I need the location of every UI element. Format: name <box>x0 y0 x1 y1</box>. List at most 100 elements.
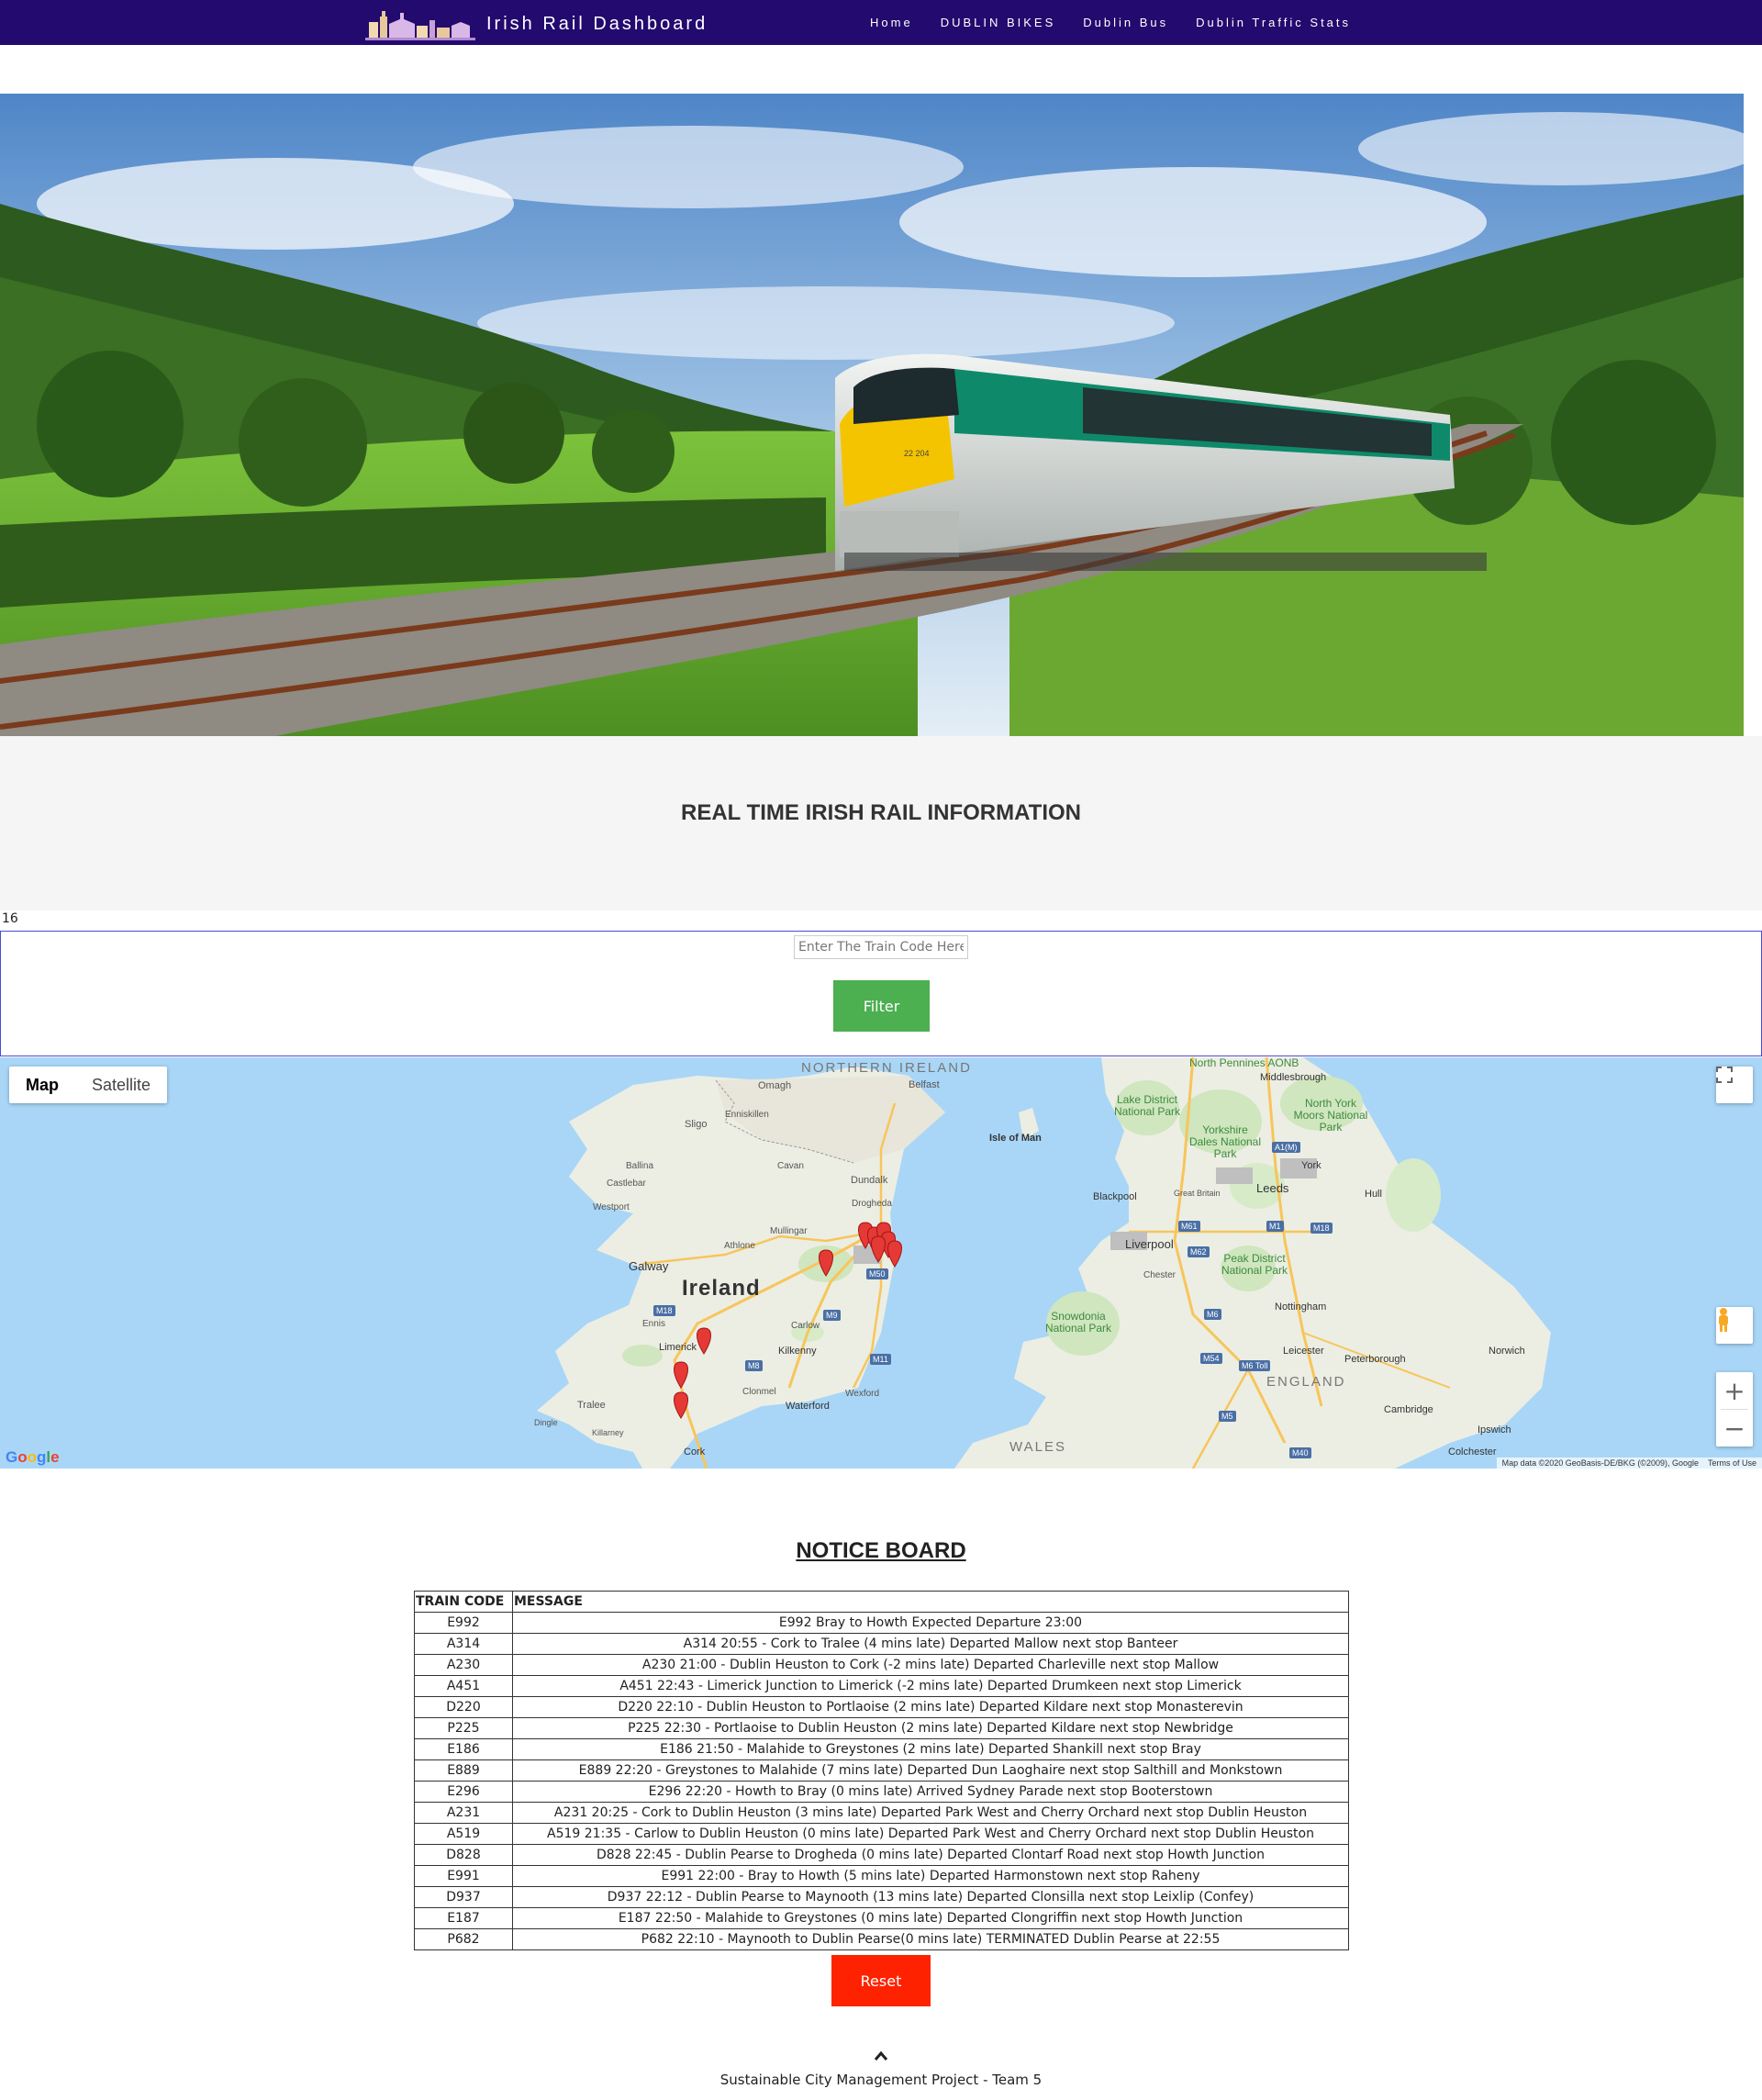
message-cell: P682 22:10 - Maynooth to Dublin Pearse(0… <box>512 1928 1349 1950</box>
nav-dublin-bus[interactable]: Dublin Bus <box>1083 16 1168 29</box>
message-cell: E186 21:50 - Malahide to Greystones (2 m… <box>512 1738 1349 1760</box>
train-code-cell: E186 <box>414 1738 513 1760</box>
map-type-map[interactable]: Map <box>9 1067 75 1103</box>
map-label-england: ENGLAND <box>1266 1374 1346 1390</box>
table-row: D828 D828 22:45 - Dublin Pearse to Droghe… <box>414 1844 1349 1866</box>
message-cell: A230 21:00 - Dublin Heuston to Cork (-2 … <box>512 1654 1349 1676</box>
dublin-skyline-logo <box>365 6 475 42</box>
nav-home[interactable]: Home <box>870 16 913 29</box>
map-city: Enniskillen <box>725 1110 769 1120</box>
nav-dublin-traffic-stats[interactable]: Dublin Traffic Stats <box>1196 16 1351 29</box>
map-city: Galway <box>629 1259 669 1273</box>
table-row: E296 E296 22:20 - Howth to Bray (0 mins l… <box>414 1781 1349 1803</box>
table-row: E186 E186 21:50 - Malahide to Greystones … <box>414 1738 1349 1760</box>
footer-text: Sustainable City Management Project - Te… <box>719 2072 1043 2088</box>
map-park: Peak District National Park <box>1221 1252 1288 1277</box>
message-cell: A314 20:55 - Cork to Tralee (4 mins late… <box>512 1633 1349 1655</box>
map-type-control: Map Satellite <box>9 1067 168 1103</box>
navbar: Irish Rail Dashboard Home DUBLIN BIKES D… <box>0 0 1762 45</box>
table-row: A451 A451 22:43 - Limerick Junction to Li… <box>414 1675 1349 1697</box>
train-number: 22 204 <box>904 449 930 458</box>
road-shield: M6 <box>1204 1309 1221 1320</box>
message-cell: E992 Bray to Howth Expected Departure 23… <box>512 1612 1349 1634</box>
road-shield: M61 <box>1178 1221 1200 1232</box>
map-label-northern-ireland: NORTHERN IRELAND <box>801 1060 972 1076</box>
zoom-in-button[interactable]: + <box>1716 1372 1753 1409</box>
map-label-isle-of-man: Isle of Man <box>989 1133 1042 1144</box>
train-code-cell: E187 <box>414 1907 513 1929</box>
nav-links: Home DUBLIN BIKES Dublin Bus Dublin Traf… <box>870 0 1351 45</box>
map-city: Tralee <box>577 1400 606 1411</box>
scroll-up-icon[interactable] <box>871 2049 891 2063</box>
page-title: REAL TIME IRISH RAIL INFORMATION <box>681 800 1081 825</box>
train-code-cell: A451 <box>414 1675 513 1697</box>
fullscreen-icon[interactable] <box>1716 1067 1753 1103</box>
road-shield: M1 <box>1266 1221 1284 1232</box>
map-city: Peterborough <box>1344 1354 1406 1365</box>
map-city: Ennis <box>642 1319 666 1329</box>
map-tiles <box>0 1057 1762 1469</box>
train-code-cell: A230 <box>414 1654 513 1676</box>
table-row: E889 E889 22:20 - Greystones to Malahide … <box>414 1759 1349 1782</box>
notice-header-row: TRAIN CODE MESSAGE <box>414 1591 1349 1613</box>
road-shield: M54 <box>1200 1353 1222 1364</box>
road-shield: A1(M) <box>1272 1142 1300 1153</box>
road-shield: M8 <box>745 1360 763 1371</box>
map-city: Killarney <box>592 1428 624 1437</box>
map-city: Great Britain <box>1174 1189 1221 1198</box>
google-map[interactable]: NORTHERN IRELAND Ireland ENGLAND WALES I… <box>0 1057 1762 1469</box>
road-shield: M5 <box>1219 1411 1236 1422</box>
map-city: Castlebar <box>607 1178 646 1189</box>
message-cell: D828 22:45 - Dublin Pearse to Drogheda (… <box>512 1844 1349 1866</box>
map-park: Snowdonia National Park <box>1044 1310 1112 1335</box>
map-city: Mullingar <box>770 1226 808 1236</box>
train-code-cell: A519 <box>414 1823 513 1845</box>
road-shield: M50 <box>866 1268 888 1279</box>
zoom-out-button[interactable]: − <box>1716 1410 1753 1447</box>
map-city: Omagh <box>758 1080 792 1091</box>
map-city: Wexford <box>845 1389 880 1399</box>
filter-button[interactable]: Filter <box>833 980 930 1032</box>
road-shield: M40 <box>1289 1447 1311 1458</box>
message-cell: P225 22:30 - Portlaoise to Dublin Heusto… <box>512 1717 1349 1739</box>
zoom-control: + − <box>1716 1372 1753 1447</box>
train-code-cell: D937 <box>414 1886 513 1908</box>
map-city: Blackpool <box>1093 1191 1137 1202</box>
train-code-cell: D828 <box>414 1844 513 1866</box>
map-city: Norwich <box>1489 1346 1525 1357</box>
map-type-satellite[interactable]: Satellite <box>75 1067 167 1103</box>
table-row: P682 P682 22:10 - Maynooth to Dublin Pear… <box>414 1928 1349 1950</box>
reset-button[interactable]: Reset <box>831 1955 931 2006</box>
train-code-cell: A231 <box>414 1802 513 1824</box>
map-label-ireland: Ireland <box>682 1276 761 1301</box>
col-message: MESSAGE <box>512 1591 1349 1613</box>
map-city: Westport <box>593 1202 630 1212</box>
train-code-input[interactable] <box>794 935 968 959</box>
map-city: Hull <box>1365 1189 1382 1200</box>
map-city: Dingle <box>534 1418 558 1427</box>
train-code-cell: E991 <box>414 1865 513 1887</box>
table-row: D220 D220 22:10 - Dublin Heuston to Portl… <box>414 1696 1349 1718</box>
map-park: North York Moors National Park <box>1293 1097 1368 1134</box>
brand[interactable]: Irish Rail Dashboard <box>365 6 708 42</box>
map-city: Ballina <box>626 1161 654 1171</box>
road-shield: M18 <box>653 1305 675 1316</box>
map-city: Leicester <box>1283 1346 1324 1357</box>
map-label-wales: WALES <box>1009 1439 1066 1455</box>
pegman-icon[interactable] <box>1716 1307 1753 1344</box>
google-logo[interactable]: Google <box>6 1448 60 1467</box>
message-cell: D220 22:10 - Dublin Heuston to Portlaois… <box>512 1696 1349 1718</box>
col-train-code: TRAIN CODE <box>414 1591 513 1613</box>
terms-link[interactable]: Terms of Use <box>1708 1458 1756 1468</box>
nav-dublin-bikes[interactable]: DUBLIN BIKES <box>941 16 1056 29</box>
result-count: 16 <box>2 911 18 926</box>
title-band: REAL TIME IRISH RAIL INFORMATION <box>0 736 1762 910</box>
map-city: Nottingham <box>1275 1301 1327 1312</box>
table-row: A519 A519 21:35 - Carlow to Dublin Heusto… <box>414 1823 1349 1845</box>
table-row: D937 D937 22:12 - Dublin Pearse to Maynoo… <box>414 1886 1349 1908</box>
map-city: Colchester <box>1448 1447 1497 1458</box>
map-city: Clonmel <box>742 1387 776 1397</box>
train-code-cell: A314 <box>414 1633 513 1655</box>
train-landscape-illustration: 22 204 <box>0 94 1744 736</box>
map-city: Sligo <box>685 1119 708 1130</box>
